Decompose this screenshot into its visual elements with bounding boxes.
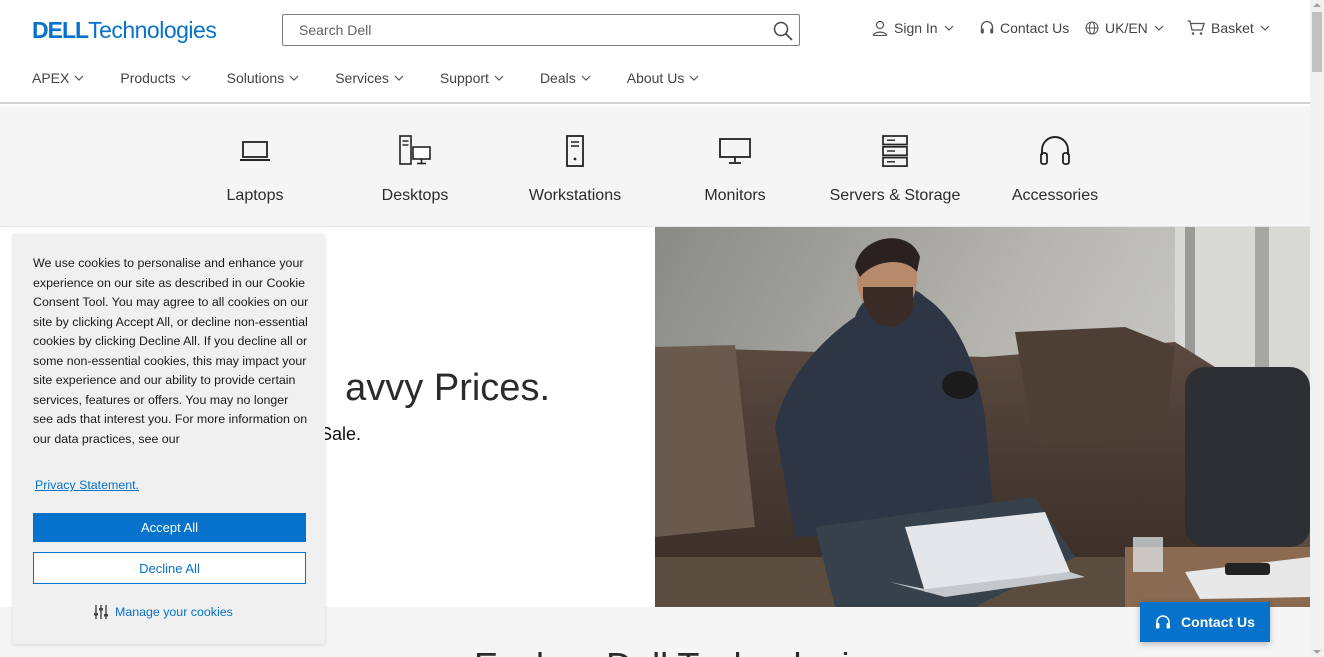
decline-all-button[interactable]: Decline All <box>33 552 306 584</box>
cart-icon <box>1187 20 1205 35</box>
basket-menu[interactable]: Basket <box>1187 20 1270 36</box>
section-title: Explore Dell Technologies <box>474 645 888 657</box>
chevron-down-icon <box>1154 25 1164 31</box>
contact-us-floating-button[interactable]: Contact Us <box>1140 602 1270 642</box>
locale-menu[interactable]: UK/EN <box>1085 20 1164 36</box>
category-servers-storage[interactable]: Servers & Storage <box>815 106 975 227</box>
category-desktops[interactable]: Desktops <box>335 106 495 227</box>
category-band: Laptops Desktops Workstations Monitors S… <box>0 106 1310 227</box>
category-accessories[interactable]: Accessories <box>975 106 1135 227</box>
chevron-down-icon <box>944 25 954 31</box>
accept-all-button[interactable]: Accept All <box>33 513 306 542</box>
contact-us-label: Contact Us <box>1000 20 1070 36</box>
scroll-down-arrow[interactable] <box>1313 650 1321 654</box>
nav-item-apex[interactable]: APEX <box>32 70 84 86</box>
logo-technologies: Technologies <box>88 17 217 43</box>
sign-in-menu[interactable]: Sign In <box>872 20 954 36</box>
contact-us-fab-label: Contact Us <box>1181 614 1255 630</box>
headphones-icon <box>1040 136 1070 165</box>
search-input[interactable] <box>283 15 753 45</box>
category-laptops[interactable]: Laptops <box>175 106 335 227</box>
nav-item-products[interactable]: Products <box>120 70 191 86</box>
locale-label: UK/EN <box>1105 20 1148 36</box>
headset-icon <box>1156 615 1171 629</box>
dell-technologies-logo[interactable]: DELL Technologies <box>32 17 217 44</box>
cookie-consent-text: We use cookies to personalise and enhanc… <box>33 256 309 446</box>
scroll-up-arrow[interactable] <box>1313 3 1321 7</box>
desktop-icon <box>399 135 431 165</box>
page-scrollbar[interactable] <box>1310 0 1324 657</box>
nav-item-solutions[interactable]: Solutions <box>227 70 300 86</box>
server-icon <box>882 135 908 167</box>
nav-item-about-us[interactable]: About Us <box>627 70 700 86</box>
chevron-down-icon <box>494 75 504 81</box>
hero-photo-man-with-laptop <box>655 227 1310 607</box>
basket-label: Basket <box>1211 20 1254 36</box>
workstation-tower-icon <box>566 135 584 167</box>
chevron-down-icon <box>689 75 699 81</box>
headset-icon <box>980 20 994 34</box>
monitor-icon <box>719 138 751 164</box>
category-workstations[interactable]: Workstations <box>495 106 655 227</box>
nav-item-services[interactable]: Services <box>335 70 404 86</box>
chevron-down-icon <box>581 75 591 81</box>
globe-icon <box>1085 21 1099 35</box>
category-label: Laptops <box>226 187 284 204</box>
category-label: Accessories <box>1011 187 1099 204</box>
search-icon <box>773 21 793 41</box>
privacy-statement-link[interactable]: Privacy Statement. <box>35 478 139 492</box>
manage-cookies-label: Manage your cookies <box>115 605 233 619</box>
chevron-down-icon <box>289 75 299 81</box>
sliders-icon <box>94 605 108 619</box>
search-button[interactable] <box>771 19 795 43</box>
main-nav: APEX Products Solutions Services Support… <box>32 70 735 86</box>
laptop-icon <box>240 141 270 161</box>
chevron-down-icon <box>394 75 404 81</box>
chevron-down-icon <box>181 75 191 81</box>
search-box <box>282 14 800 46</box>
cookie-consent-panel: We use cookies to personalise and enhanc… <box>13 234 325 644</box>
site-header: DELL Technologies Sign In Contact Us UK/… <box>0 0 1310 104</box>
nav-item-support[interactable]: Support <box>440 70 504 86</box>
user-icon <box>872 20 888 36</box>
sign-in-label: Sign In <box>894 20 938 36</box>
category-label: Workstations <box>528 187 622 204</box>
contact-us-link[interactable]: Contact Us <box>980 20 1069 36</box>
manage-cookies-link[interactable]: Manage your cookies <box>93 605 233 619</box>
hero-photo-illustration <box>655 227 1310 607</box>
category-label: Desktops <box>381 187 449 204</box>
nav-item-deals[interactable]: Deals <box>540 70 591 86</box>
category-monitors[interactable]: Monitors <box>655 106 815 227</box>
category-label: Servers & Storage <box>829 187 961 204</box>
chevron-down-icon <box>74 75 84 81</box>
scroll-thumb[interactable] <box>1312 12 1322 72</box>
category-label: Monitors <box>704 187 766 204</box>
chevron-down-icon <box>1260 25 1270 31</box>
logo-dell: DELL <box>32 17 89 43</box>
